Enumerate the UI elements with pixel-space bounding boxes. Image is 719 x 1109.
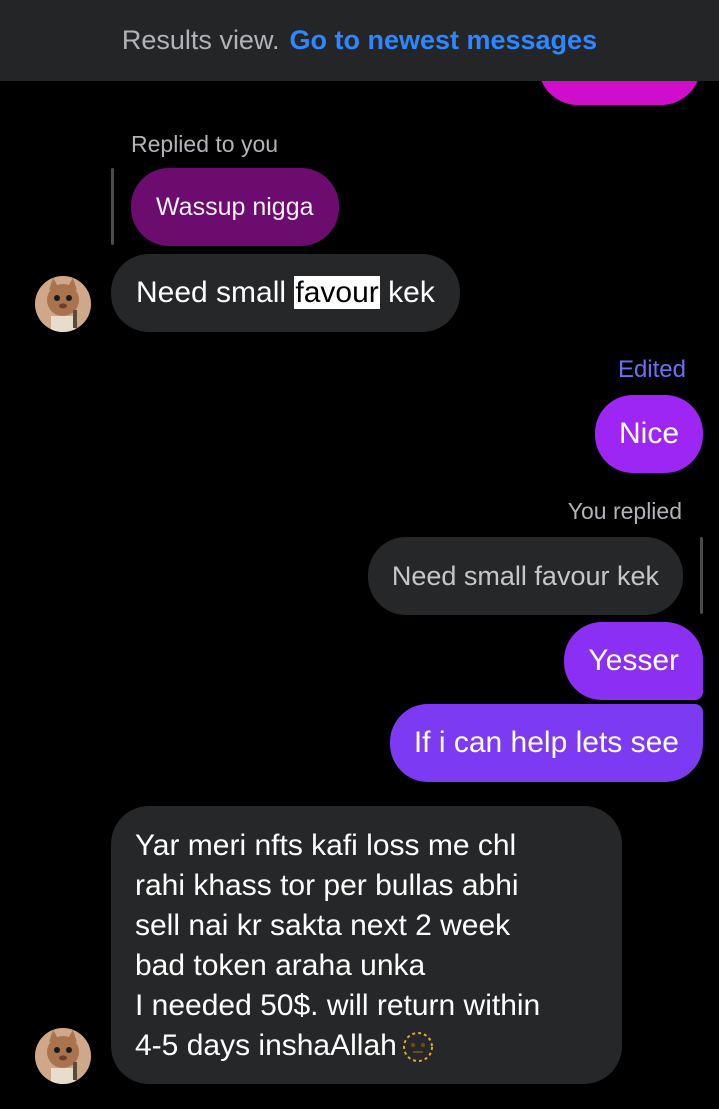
reply-context-label: You replied [567, 498, 682, 524]
cat-avatar-icon[interactable] [35, 1028, 91, 1084]
reply-context-label: Replied to you [131, 131, 279, 157]
message-line: Yar meri nfts kafi loss me chl [135, 829, 517, 862]
message-line: sell nai kr sakta next 2 week [135, 909, 511, 942]
outgoing-message[interactable]: Nice [594, 395, 703, 473]
outgoing-message[interactable]: Yesser [564, 622, 703, 700]
reply-indicator [700, 537, 703, 614]
results-banner: Results view. Go to newest messages [0, 0, 719, 81]
message-line: bad token araha unka [135, 949, 426, 982]
message-text-end: kek [379, 276, 435, 309]
outgoing-message[interactable]: If i can help lets see [389, 704, 703, 782]
message-line: I needed 50$. will return within [135, 989, 541, 1022]
incoming-message[interactable]: Need small favour kek [111, 254, 460, 332]
dotted-face-emoji-icon [402, 1032, 433, 1063]
search-highlight: favour [294, 276, 380, 309]
message-line-last: 4-5 days inshaAllah [135, 1026, 598, 1066]
edited-label[interactable]: Edited [618, 356, 686, 384]
go-to-newest-link[interactable]: Go to newest messages [289, 25, 597, 56]
message-line: rahi khass tor per bullas abhi [135, 869, 519, 902]
cat-avatar-icon[interactable] [35, 276, 91, 332]
reply-indicator [111, 168, 114, 245]
message-text-start: Need small [136, 276, 295, 309]
message-line-text: 4-5 days inshaAllah [135, 1029, 397, 1062]
quoted-message[interactable]: Wassup nigga [131, 168, 339, 246]
quoted-message[interactable]: Need small favour kek [367, 537, 683, 615]
incoming-message-long[interactable]: Yar meri nfts kafi loss me chl rahi khas… [111, 806, 622, 1084]
results-view-label: Results view. [121, 25, 280, 55]
